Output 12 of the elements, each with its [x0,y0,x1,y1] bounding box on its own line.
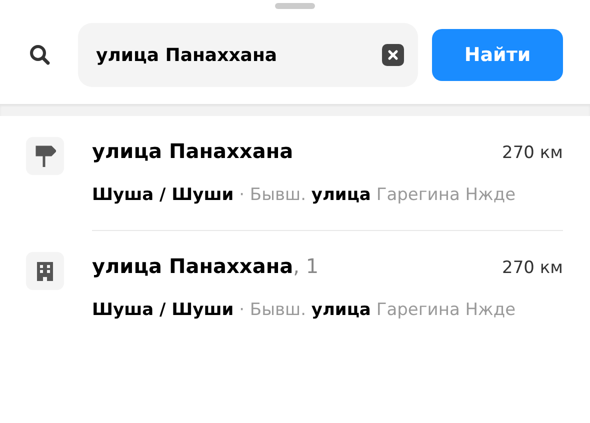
search-icon [29,44,51,66]
result-title[interactable]: улица Панаххана [92,139,294,163]
search-field[interactable]: улица Панаххана [78,23,418,87]
building-icon [36,261,54,281]
result-title[interactable]: улица Панаххана, 1 [92,254,319,278]
distance: 270 км [502,143,563,163]
result-address: Шуша / Шуши · Бывш. улица Гарегина Нжде [92,299,517,322]
clear-icon[interactable] [382,44,404,66]
signpost-icon [34,144,56,168]
drag-handle[interactable] [275,3,315,9]
distance: 270 км [502,258,563,278]
result-address: Шуша / Шуши · Бывш. улица Гарегина Нжде [92,184,517,207]
